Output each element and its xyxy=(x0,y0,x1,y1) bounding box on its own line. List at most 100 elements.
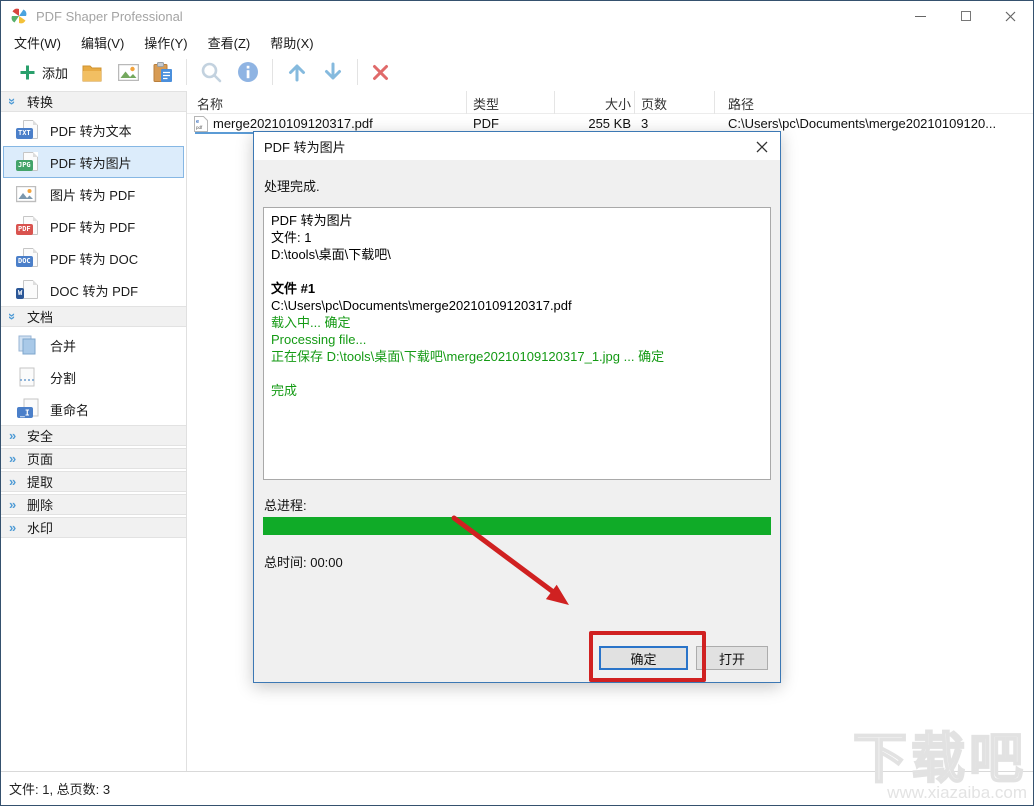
column-separator[interactable] xyxy=(634,91,635,114)
info-icon xyxy=(237,61,259,83)
file-type: PDF xyxy=(473,116,499,131)
minimize-icon xyxy=(915,16,926,17)
pdf-doc-icon: PDF xyxy=(16,215,40,237)
maximize-button[interactable] xyxy=(943,1,988,31)
sidebar-section-security[interactable]: 安全 xyxy=(1,425,186,446)
sidebar-item-label: PDF 转为文本 xyxy=(50,121,132,140)
toolbar-separator xyxy=(357,59,358,85)
log-line: C:\Users\pc\Documents\merge2021010912031… xyxy=(271,297,763,314)
chevron-icon xyxy=(9,309,25,324)
sidebar-item-label: 合并 xyxy=(50,336,76,355)
status-text: 文件: 1, 总页数: 3 xyxy=(9,779,110,798)
chevron-icon xyxy=(9,474,25,489)
sidebar-section-pages[interactable]: 页面 xyxy=(1,448,186,469)
menu-item-2[interactable]: 操作(Y) xyxy=(134,31,197,54)
status-bar: 文件: 1, 总页数: 3 xyxy=(1,771,1033,805)
progress-bar-fill xyxy=(263,517,771,535)
w-doc-icon: W xyxy=(16,279,40,301)
column-header-size[interactable]: 大小 xyxy=(567,94,631,113)
clipboard-icon xyxy=(153,62,173,83)
merge-doc-icon xyxy=(16,334,40,356)
column-separator[interactable] xyxy=(554,91,555,114)
table-header: 名称 类型 大小 页数 路径 xyxy=(187,91,1033,114)
chevron-icon xyxy=(9,428,25,443)
sidebar-item[interactable]: _I重命名 xyxy=(3,393,184,425)
sidebar-item[interactable]: 分割 xyxy=(3,361,184,393)
sidebar-section-watermark[interactable]: 水印 xyxy=(1,517,186,538)
open-button[interactable]: 打开 xyxy=(696,646,768,670)
dialog-title-bar[interactable]: PDF 转为图片 xyxy=(254,132,780,160)
dialog-close-icon xyxy=(756,141,768,153)
image-icon xyxy=(118,64,139,81)
file-size: 255 KB xyxy=(567,116,631,131)
sidebar-section-label: 页面 xyxy=(27,449,53,468)
file-path: C:\Users\pc\Documents\merge20210109120..… xyxy=(728,116,1029,131)
close-button[interactable] xyxy=(988,1,1033,31)
sidebar-section-convert[interactable]: 转换 xyxy=(1,91,186,112)
paste-button[interactable] xyxy=(146,56,180,88)
menu-item-4[interactable]: 帮助(X) xyxy=(260,31,323,54)
pdf-to-image-dialog: PDF 转为图片 处理完成. PDF 转为图片文件: 1D:\tools\桌面\… xyxy=(253,131,781,683)
window-title: PDF Shaper Professional xyxy=(36,9,183,24)
sidebar-item-label: 图片 转为 PDF xyxy=(50,185,135,204)
sidebar-section-label: 水印 xyxy=(27,518,53,537)
sidebar-item[interactable]: TXTPDF 转为文本 xyxy=(3,114,184,146)
move-up-button[interactable] xyxy=(279,56,315,88)
column-header-path[interactable]: 路径 xyxy=(728,94,754,113)
sidebar-item[interactable]: WDOC 转为 PDF xyxy=(3,274,184,306)
folder-icon xyxy=(82,63,104,82)
svg-text:pdf: pdf xyxy=(196,125,203,130)
progress-bar xyxy=(263,517,771,535)
log-line: 载入中... 确定 xyxy=(271,314,763,331)
sidebar-item[interactable]: PDFPDF 转为 PDF xyxy=(3,210,184,242)
progress-label: 总进程: xyxy=(264,495,307,514)
column-separator[interactable] xyxy=(466,91,467,114)
sidebar-section-label: 删除 xyxy=(27,495,53,514)
app-window: PDF Shaper Professional 文件(W)编辑(V)操作(Y)查… xyxy=(0,0,1034,806)
rename-doc-icon: _I xyxy=(16,398,40,420)
column-separator[interactable] xyxy=(714,91,715,114)
menu-item-3[interactable]: 查看(Z) xyxy=(198,31,261,54)
menu-item-1[interactable]: 编辑(V) xyxy=(71,31,134,54)
sidebar-section-label: 文档 xyxy=(27,307,53,326)
sidebar-item[interactable]: 合并 xyxy=(3,329,184,361)
doc-doc-icon: DOC xyxy=(16,247,40,269)
jpg-doc-icon: JPG xyxy=(16,151,40,173)
log-line xyxy=(271,263,763,280)
conversion-log[interactable]: PDF 转为图片文件: 1D:\tools\桌面\下载吧\ 文件 #1C:\Us… xyxy=(263,207,771,480)
toolbar-separator xyxy=(186,59,187,85)
column-header-pages[interactable]: 页数 xyxy=(641,94,667,113)
arrow-up-icon xyxy=(286,61,308,83)
file-pages: 3 xyxy=(641,116,648,131)
column-header-type[interactable]: 类型 xyxy=(473,94,499,113)
add-button[interactable]: 添加 xyxy=(11,56,75,88)
column-header-name[interactable]: 名称 xyxy=(197,94,223,113)
search-button[interactable] xyxy=(193,56,230,88)
sidebar-section-document[interactable]: 文档 xyxy=(1,306,186,327)
minimize-button[interactable] xyxy=(898,1,943,31)
log-line: 文件: 1 xyxy=(271,229,763,246)
sidebar-item-label: PDF 转为图片 xyxy=(50,153,132,172)
dialog-title: PDF 转为图片 xyxy=(264,137,346,156)
info-button[interactable] xyxy=(230,56,266,88)
pdf-file-icon: e pdf xyxy=(194,116,208,132)
add-image-button[interactable] xyxy=(111,56,146,88)
chevron-icon xyxy=(9,94,25,109)
log-line: 完成 xyxy=(271,382,763,399)
log-line: PDF 转为图片 xyxy=(271,212,763,229)
dialog-close-button[interactable] xyxy=(754,139,770,155)
sidebar-item[interactable]: 图片 转为 PDF xyxy=(3,178,184,210)
sidebar-item[interactable]: JPG PDF 转为图片 xyxy=(3,146,184,178)
sidebar-section-delete[interactable]: 删除 xyxy=(1,494,186,515)
menu-bar: 文件(W)编辑(V)操作(Y)查看(Z)帮助(X) xyxy=(1,31,1033,53)
menu-item-0[interactable]: 文件(W) xyxy=(4,31,71,54)
move-down-button[interactable] xyxy=(315,56,351,88)
sidebar-section-extract[interactable]: 提取 xyxy=(1,471,186,492)
add-folder-button[interactable] xyxy=(75,56,111,88)
toolbar-separator xyxy=(272,59,273,85)
remove-button[interactable] xyxy=(364,56,397,88)
maximize-icon xyxy=(961,11,971,21)
delete-x-icon xyxy=(371,63,390,82)
sidebar-item[interactable]: DOC PDF 转为 DOC xyxy=(3,242,184,274)
sidebar-item-label: PDF 转为 DOC xyxy=(50,249,138,268)
